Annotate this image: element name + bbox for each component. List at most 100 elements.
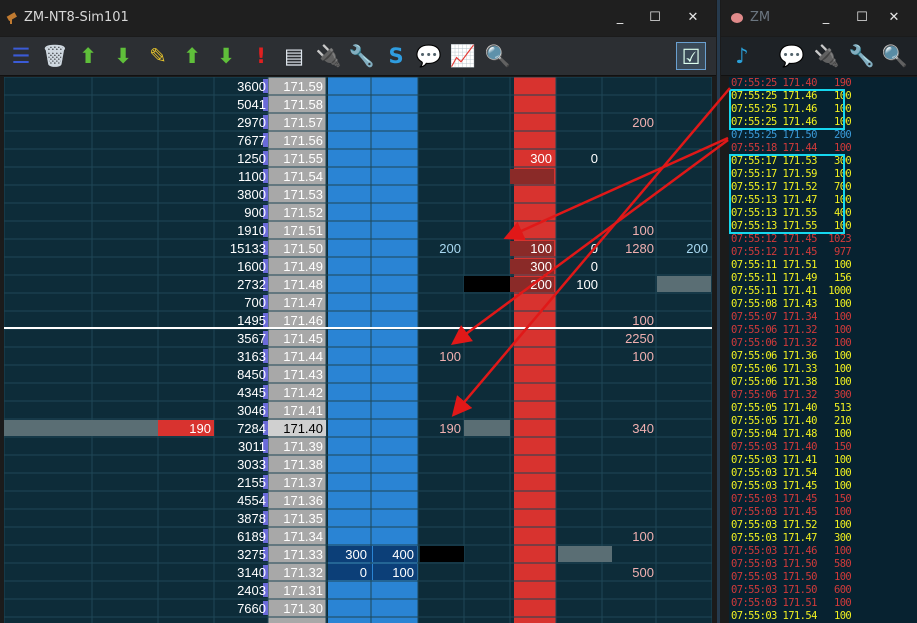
minimize-button[interactable]: _ (817, 9, 835, 27)
gray-cell (657, 276, 711, 292)
tape-row: 07:55:25 171.40 190 (731, 77, 852, 89)
piggy-bank-icon (731, 13, 743, 23)
maximize-button[interactable]: ☐ (646, 9, 664, 27)
magnifier-icon[interactable]: 🔍 (880, 42, 910, 70)
gavel-icon (6, 12, 17, 24)
tape-row: 07:55:11 171.49 156 (731, 272, 852, 284)
volume-value: 3140 (237, 565, 266, 580)
volume-value: 3163 (237, 349, 266, 364)
tape-row: 07:55:18 171.44 100 (731, 142, 852, 154)
chat-bubbles-icon[interactable]: 💬 (777, 42, 807, 70)
gray-cell (558, 546, 612, 562)
tape-row: 07:55:11 171.51 100 (731, 259, 852, 271)
order-value: 300 (345, 547, 367, 562)
volume-value: 900 (244, 205, 266, 220)
black-cell (420, 546, 464, 562)
last-trade-cell (464, 420, 510, 436)
sell-download-icon[interactable]: ⬇ (108, 42, 138, 70)
price-value: 171.46 (283, 313, 323, 328)
order-value: 200 (686, 241, 708, 256)
price-value: 171.32 (283, 565, 323, 580)
time-and-sales-tape[interactable]: 07:55:25 171.40 190 07:55:25 171.46 100 07… (729, 77, 917, 623)
price-value: 171.52 (283, 205, 323, 220)
sell-arrow-down-icon[interactable]: ⬇ (211, 42, 241, 70)
music-note-icon[interactable]: ♪ (727, 42, 757, 70)
eraser-icon[interactable]: ✎ (143, 42, 173, 70)
tape-row: 07:55:07 171.34 100 (731, 311, 852, 323)
tape-row: 07:55:08 171.43 100 (731, 298, 852, 310)
right-toolbar: ♪ 💬 🔌 🔧 🔍 (721, 37, 917, 76)
document-chart-icon[interactable]: ▤ (279, 42, 309, 70)
tape-row: 07:55:06 171.32 100 (731, 337, 852, 349)
price-value: 171.38 (283, 457, 323, 472)
volume-value: 3567 (237, 331, 266, 346)
price-value: 171.56 (283, 133, 323, 148)
tape-row: 07:55:11 171.41 1000 (731, 285, 852, 297)
order-value: 190 (439, 421, 461, 436)
volume-value: 3011 (238, 439, 266, 454)
last-trade-row (4, 420, 158, 436)
order-value: 0 (591, 241, 598, 256)
buy-upload-icon[interactable]: ⬆ (73, 42, 103, 70)
order-value: 500 (632, 565, 654, 580)
volume-value: 4554 (237, 493, 266, 508)
window-title: ZM (750, 10, 771, 25)
tape-row: 07:55:03 171.50 100 (731, 571, 852, 583)
volume-value: 1600 (237, 259, 266, 274)
tape-row: 07:55:03 171.45 150 (731, 493, 852, 505)
settings-list-icon[interactable]: ☑ (676, 42, 706, 70)
maximize-button[interactable]: ☐ (853, 9, 871, 27)
price-value: 171.43 (283, 367, 323, 382)
volume-value: 3600 (237, 79, 266, 94)
volume-value: 1100 (238, 169, 266, 184)
price-value: 171.40 (283, 421, 323, 436)
volume-value: 1250 (237, 151, 266, 166)
price-value: 171.47 (283, 295, 323, 310)
trash-icon[interactable]: 🗑 (40, 42, 70, 70)
order-value: 100 (439, 349, 461, 364)
price-ladder[interactable]: 3600 171.59 5041 171.58 2970 171.57 200 7677 171… (4, 77, 712, 623)
order-value: 0 (591, 151, 598, 166)
alert-exclamation-icon[interactable]: ! (246, 42, 276, 70)
s-logo-icon[interactable]: S (381, 42, 411, 70)
price-value: 171.31 (283, 583, 323, 598)
plug-battery-icon[interactable]: 🔌 (314, 42, 344, 70)
buy-arrow-up-icon[interactable]: ⬆ (177, 42, 207, 70)
price-value: 171.55 (283, 151, 323, 166)
price-value: 171.44 (283, 349, 323, 364)
line-chart-icon[interactable]: 📈 (448, 42, 478, 70)
price-value: 171.30 (283, 601, 323, 616)
center-ladder-icon[interactable]: ☰ (6, 42, 36, 70)
order-value: 100 (392, 565, 414, 580)
chat-bubbles-icon[interactable]: 💬 (414, 42, 444, 70)
tape-row: 07:55:06 171.33 100 (731, 363, 852, 375)
volume-value: 7660 (237, 601, 266, 616)
close-button[interactable]: ✕ (684, 9, 702, 27)
right-title-bar: ZM _ ☐ ✕ (721, 0, 917, 36)
volume-value: 1910 (237, 223, 266, 238)
tape-row: 07:55:03 171.54 100 (731, 610, 852, 622)
volume-value: 15133 (230, 241, 266, 256)
tape-row: 07:55:06 171.32 300 (731, 389, 852, 401)
ladder-grid: 3600 171.59 5041 171.58 2970 171.57 200 7677 171… (4, 77, 712, 623)
order-value: 300 (530, 151, 552, 166)
price-value: 171.41 (283, 403, 323, 418)
order-value: 100 (632, 313, 654, 328)
price-value: 171.48 (283, 277, 323, 292)
tape-row: 07:55:04 171.48 100 (731, 428, 852, 440)
trade-highlight-box (729, 89, 845, 130)
volume-value: 700 (244, 295, 266, 310)
wrench-icon[interactable]: 🔧 (847, 42, 877, 70)
order-value: 300 (530, 259, 552, 274)
wrench-icon[interactable]: 🔧 (347, 42, 377, 70)
volume-value: 3800 (237, 187, 266, 202)
price-value: 171.36 (283, 493, 323, 508)
plug-battery-icon[interactable]: 🔌 (812, 42, 842, 70)
magnifier-icon[interactable]: 🔍 (483, 42, 513, 70)
volume-value: 8450 (237, 367, 266, 382)
tape-row: 07:55:03 171.45 100 (731, 506, 852, 518)
window-separator (717, 0, 720, 623)
close-button[interactable]: ✕ (885, 9, 903, 27)
minimize-button[interactable]: _ (611, 9, 629, 27)
price-value: 171.42 (283, 385, 323, 400)
